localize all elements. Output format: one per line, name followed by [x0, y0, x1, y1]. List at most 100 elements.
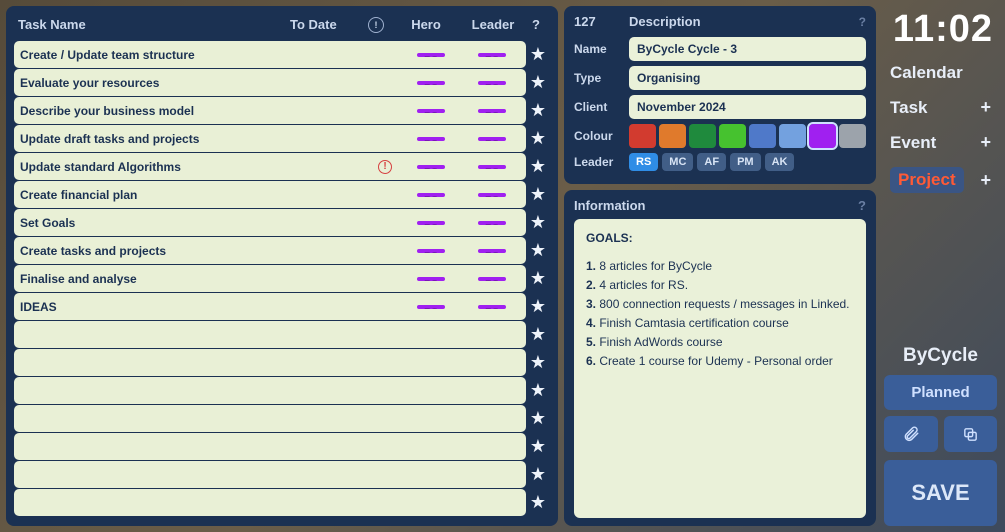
hero-badge[interactable] — [417, 137, 445, 141]
task-hero — [398, 193, 464, 197]
leader-badge-pm[interactable]: PM — [730, 153, 761, 171]
hero-badge[interactable] — [417, 53, 445, 57]
leader-badge[interactable] — [478, 109, 506, 113]
alert-icon: ! — [378, 160, 392, 174]
star-icon[interactable]: ★ — [526, 324, 550, 345]
star-icon[interactable]: ★ — [526, 184, 550, 205]
task-row[interactable]: Describe your business model★ — [14, 97, 550, 124]
leader-badge[interactable] — [478, 249, 506, 253]
hero-badge[interactable] — [417, 81, 445, 85]
colour-swatch[interactable] — [749, 124, 776, 148]
star-icon[interactable]: ★ — [526, 296, 550, 317]
star-icon[interactable]: ★ — [526, 100, 550, 121]
task-row-empty[interactable]: ★ — [14, 433, 550, 460]
task-name: IDEAS — [20, 300, 306, 314]
colour-swatch[interactable] — [779, 124, 806, 148]
hero-badge[interactable] — [417, 221, 445, 225]
colour-swatch[interactable] — [659, 124, 686, 148]
task-leader — [464, 221, 520, 225]
star-icon[interactable]: ★ — [526, 464, 550, 485]
star-icon[interactable]: ★ — [526, 268, 550, 289]
type-input[interactable]: Organising — [629, 66, 866, 90]
client-input[interactable]: November 2024 — [629, 95, 866, 119]
task-row[interactable]: Create / Update team structure★ — [14, 41, 550, 68]
save-button[interactable]: SAVE — [884, 460, 997, 526]
type-label: Type — [574, 71, 629, 85]
leader-badge[interactable] — [478, 277, 506, 281]
star-icon[interactable]: ★ — [526, 156, 550, 177]
nav-calendar[interactable]: Calendar — [884, 56, 997, 90]
task-row-empty[interactable]: ★ — [14, 405, 550, 432]
colour-swatch[interactable] — [809, 124, 836, 148]
hero-badge[interactable] — [417, 193, 445, 197]
plus-icon[interactable]: + — [980, 97, 991, 118]
nav-project[interactable]: Project + — [884, 160, 997, 200]
star-icon[interactable]: ★ — [526, 380, 550, 401]
task-row-empty[interactable]: ★ — [14, 349, 550, 376]
col-help[interactable]: ? — [524, 17, 548, 32]
col-hero[interactable]: Hero — [390, 17, 462, 32]
colour-swatch[interactable] — [689, 124, 716, 148]
plus-icon[interactable]: + — [980, 170, 991, 191]
hero-badge[interactable] — [417, 109, 445, 113]
information-help[interactable]: ? — [858, 198, 866, 213]
colour-swatch[interactable] — [839, 124, 866, 148]
task-row-empty[interactable]: ★ — [14, 321, 550, 348]
task-row[interactable]: Create financial plan★ — [14, 181, 550, 208]
leader-badge[interactable] — [478, 53, 506, 57]
colour-swatch[interactable] — [629, 124, 656, 148]
client-label: Client — [574, 100, 629, 114]
task-row[interactable]: Create tasks and projects★ — [14, 237, 550, 264]
nav-task[interactable]: Task + — [884, 90, 997, 125]
star-icon[interactable]: ★ — [526, 436, 550, 457]
hero-badge[interactable] — [417, 277, 445, 281]
task-row[interactable]: Update draft tasks and projects★ — [14, 125, 550, 152]
leader-badge-rs[interactable]: RS — [629, 153, 658, 171]
colour-swatch[interactable] — [719, 124, 746, 148]
leader-badge-mc[interactable]: MC — [662, 153, 693, 171]
task-row-empty[interactable]: ★ — [14, 377, 550, 404]
col-task-name[interactable]: Task Name — [18, 17, 290, 32]
task-leader — [464, 165, 520, 169]
leader-badge-ak[interactable]: AK — [765, 153, 795, 171]
hero-badge[interactable] — [417, 165, 445, 169]
leader-badge-af[interactable]: AF — [697, 153, 726, 171]
status-button[interactable]: Planned — [884, 375, 997, 410]
col-leader[interactable]: Leader — [462, 17, 524, 32]
leader-badge[interactable] — [478, 221, 506, 225]
leader-badge[interactable] — [478, 165, 506, 169]
star-icon[interactable]: ★ — [526, 352, 550, 373]
task-row-empty[interactable]: ★ — [14, 461, 550, 488]
col-to-date[interactable]: To Date — [290, 17, 362, 32]
task-row[interactable]: Update standard Algorithms!★ — [14, 153, 550, 180]
leader-badge[interactable] — [478, 305, 506, 309]
hero-badge[interactable] — [417, 305, 445, 309]
goal-item: 1. 8 articles for ByCycle — [586, 257, 854, 275]
paperclip-icon — [902, 425, 920, 443]
name-input[interactable]: ByCycle Cycle - 3 — [629, 37, 866, 61]
leader-badge[interactable] — [478, 81, 506, 85]
task-row-empty[interactable]: ★ — [14, 489, 550, 516]
star-icon[interactable]: ★ — [526, 72, 550, 93]
attachment-button[interactable] — [884, 416, 938, 452]
description-help[interactable]: ? — [859, 15, 866, 29]
task-row[interactable]: Evaluate your resources★ — [14, 69, 550, 96]
copy-button[interactable] — [944, 416, 998, 452]
plus-icon[interactable]: + — [980, 132, 991, 153]
leader-badge[interactable] — [478, 193, 506, 197]
task-row[interactable]: Finalise and analyse★ — [14, 265, 550, 292]
information-body[interactable]: GOALS: 1. 8 articles for ByCycle2. 4 art… — [574, 219, 866, 518]
star-icon[interactable]: ★ — [526, 240, 550, 261]
star-icon[interactable]: ★ — [526, 408, 550, 429]
star-icon[interactable]: ★ — [526, 212, 550, 233]
task-hero — [398, 221, 464, 225]
leader-badge[interactable] — [478, 137, 506, 141]
task-row[interactable]: Set Goals★ — [14, 209, 550, 236]
star-icon[interactable]: ★ — [526, 492, 550, 513]
hero-badge[interactable] — [417, 249, 445, 253]
star-icon[interactable]: ★ — [526, 128, 550, 149]
task-row[interactable]: IDEAS ★ — [14, 293, 550, 320]
col-alert[interactable]: ! — [362, 16, 390, 33]
nav-event[interactable]: Event + — [884, 125, 997, 160]
star-icon[interactable]: ★ — [526, 44, 550, 65]
